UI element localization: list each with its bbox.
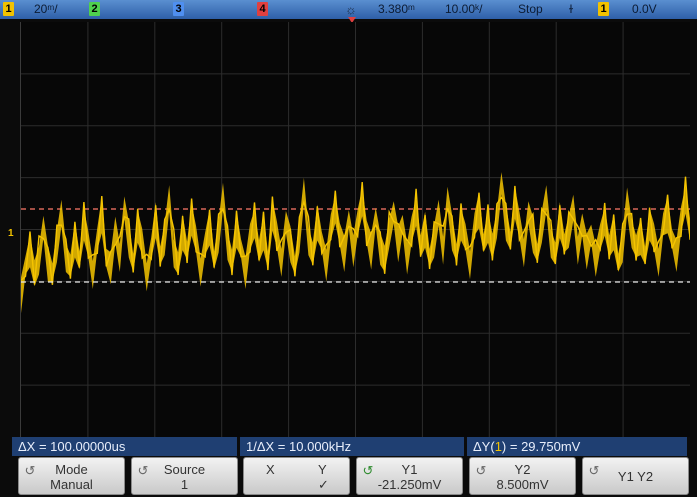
channel1-scale: 20ᵐ/ — [34, 2, 58, 16]
waveform-display — [20, 22, 690, 437]
mode-softkey[interactable]: ↺ Mode Manual — [18, 457, 125, 495]
oscilloscope-graticule — [21, 22, 690, 437]
y2-softkey[interactable]: ↺ Y2 8.500mV — [469, 457, 576, 495]
delta-y-readout: ΔY(1) = 29.750mV — [467, 437, 687, 456]
channel4-badge[interactable]: 4 — [257, 2, 268, 16]
channel2-badge[interactable]: 2 — [89, 2, 100, 16]
source-softkey[interactable]: ↺ Source 1 — [131, 457, 238, 495]
channel1-badge[interactable]: 1 — [3, 2, 14, 16]
channel3-badge[interactable]: 3 — [173, 2, 184, 16]
run-state: Stop — [518, 2, 543, 16]
y1-y2-softkey[interactable]: ↺ Y1 Y2 — [582, 457, 689, 495]
trigger-delay: 3.380ᵐ — [378, 2, 415, 16]
y1-softkey[interactable]: ↺ Y1 -21.250mV — [356, 457, 463, 495]
trigger-edge-icon: ɫ — [569, 2, 573, 16]
inverse-delta-x-readout: 1/ΔX = 10.000kHz — [240, 437, 464, 456]
channel1-ground-marker: 1 — [8, 228, 14, 239]
x-y-softkey[interactable]: XY ✓ — [243, 457, 350, 495]
timebase-scale: 10.00ᵏ/ — [445, 2, 483, 16]
trigger-level: 0.0V — [632, 2, 657, 16]
delta-x-readout: ΔX = 100.00000us — [12, 437, 237, 456]
trigger-source-badge: 1 — [598, 2, 609, 16]
